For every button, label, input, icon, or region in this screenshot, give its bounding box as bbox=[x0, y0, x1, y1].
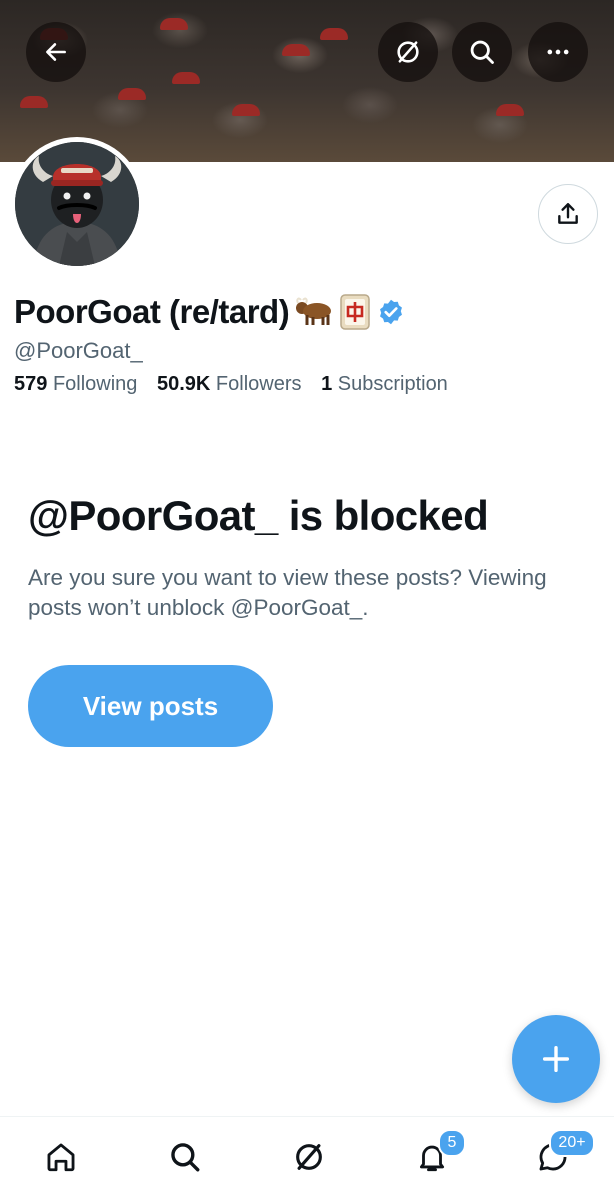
home-icon bbox=[47, 1143, 75, 1172]
tab-notifications[interactable]: 5 bbox=[412, 1129, 466, 1177]
followers-label: Followers bbox=[215, 373, 302, 395]
plus-icon bbox=[542, 1045, 570, 1073]
tab-search[interactable] bbox=[165, 1137, 205, 1177]
tab-messages[interactable]: 20+ bbox=[533, 1129, 595, 1177]
banner-detail bbox=[20, 96, 48, 108]
avatar-image bbox=[15, 142, 139, 266]
back-button[interactable] bbox=[26, 22, 86, 82]
grok-button[interactable] bbox=[378, 22, 438, 82]
following-label: Following bbox=[52, 373, 138, 395]
blocked-title: @PoorGoat_ is blocked bbox=[28, 492, 489, 539]
share-button[interactable] bbox=[538, 184, 598, 244]
grok-icon bbox=[397, 41, 419, 63]
subscriptions-count: 1 bbox=[321, 373, 333, 395]
bottom-tab-bar: 5 20+ bbox=[0, 1116, 614, 1201]
notifications-badge: 5 bbox=[438, 1129, 466, 1157]
banner-detail bbox=[160, 18, 188, 30]
more-button[interactable] bbox=[528, 22, 588, 82]
compose-post-button[interactable] bbox=[512, 1015, 600, 1103]
banner-detail bbox=[282, 44, 310, 56]
mahjong-red-dragon-icon bbox=[339, 293, 371, 331]
ox-emoji-icon bbox=[295, 297, 333, 327]
banner-detail bbox=[118, 88, 146, 100]
profile-handle: @PoorGoat_ bbox=[14, 338, 143, 363]
profile-banner[interactable] bbox=[0, 0, 614, 162]
tab-grok[interactable] bbox=[289, 1137, 329, 1177]
following-count: 579 bbox=[14, 373, 48, 395]
followers-count: 50.9K bbox=[156, 373, 211, 395]
profile-stats: 579 Following 50.9K Followers 1 Subscrip… bbox=[14, 373, 462, 396]
back-arrow-icon bbox=[46, 43, 66, 61]
search-icon bbox=[470, 40, 494, 64]
verified-badge-icon bbox=[377, 298, 405, 326]
profile-name-row: PoorGoat (re/tard) bbox=[14, 290, 405, 334]
banner-detail bbox=[232, 104, 260, 116]
search-button[interactable] bbox=[452, 22, 512, 82]
subscriptions-stat[interactable]: 1 Subscription bbox=[321, 373, 448, 395]
search-icon bbox=[171, 1143, 200, 1172]
grok-icon bbox=[296, 1144, 322, 1170]
following-stat[interactable]: 579 Following bbox=[14, 373, 137, 395]
messages-badge: 20+ bbox=[549, 1129, 595, 1157]
more-icon bbox=[547, 49, 569, 55]
share-icon bbox=[558, 203, 578, 224]
avatar[interactable] bbox=[10, 137, 144, 271]
display-name: PoorGoat (re/tard) bbox=[14, 293, 290, 330]
tab-home[interactable] bbox=[41, 1137, 81, 1177]
goat-avatar-illustration bbox=[15, 142, 139, 266]
view-posts-button[interactable]: View posts bbox=[28, 665, 273, 747]
blocked-description: Are you sure you want to view these post… bbox=[28, 565, 547, 620]
banner-detail bbox=[320, 28, 348, 40]
banner-detail bbox=[172, 72, 200, 84]
subscriptions-label: Subscription bbox=[337, 373, 448, 395]
followers-stat[interactable]: 50.9K Followers bbox=[157, 373, 302, 395]
banner-detail bbox=[496, 104, 524, 116]
